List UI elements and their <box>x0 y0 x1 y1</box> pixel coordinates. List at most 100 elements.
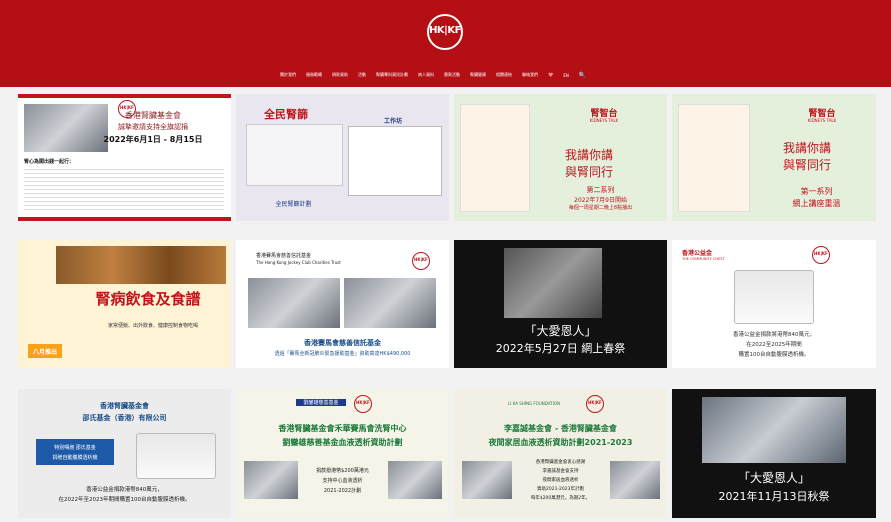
photo-right <box>344 278 436 328</box>
tile-line1: 香港腎臟基金會 <box>100 402 149 410</box>
tile-title1: 李嘉誠基金會 - 香港腎臟基金會 <box>504 424 617 433</box>
top-stripe <box>18 94 231 98</box>
tile-subtitle: 誠摯邀請支持全旗認捐 <box>118 123 188 131</box>
tile-title: 「大愛恩人」 <box>737 471 810 485</box>
tile-date: 2021年11月13日秋祭 <box>718 490 830 503</box>
logo-text: HK|KF <box>429 25 461 36</box>
tile-title: 全民腎篩 <box>264 108 308 121</box>
tile-diet-recipes[interactable]: 腎病飲食及食譜 家常便飯、出外飲食、健康控制食物吃喝 八月推出 <box>18 240 231 368</box>
nav-item-kidney-health[interactable]: 腎臟健康 <box>470 72 486 78</box>
tile-main1: 我講你講 <box>564 148 613 162</box>
tile-title2: 夜間家居血液透析資助計劃2021-2023 <box>488 438 633 447</box>
promo-poster <box>678 104 750 212</box>
nav-item-links[interactable]: 相關連結 <box>496 72 512 78</box>
tile-spring-ceremony[interactable]: 「大愛恩人」 2022年5月27日 網上春祭 <box>454 240 667 368</box>
tile-line4: 在2022年至2023年期間購置100台自動腹膜透析機。 <box>58 497 191 503</box>
nav-item-contact[interactable]: 聯絡我們 <box>522 72 538 78</box>
dialysis-machine <box>136 433 216 479</box>
tile-series: 第一系列 <box>800 187 833 196</box>
group-photo <box>702 397 846 463</box>
org-tag: 劉鑾雄慈善基金 <box>296 399 346 406</box>
hkkf-logo[interactable]: HK|KF <box>427 14 463 50</box>
tile-shaw-foundation[interactable]: 香港腎臟基金會 邵氏基金（香港）有限公司 特別鳴謝 邵氏基金 捐贈自動腹膜透析機… <box>18 389 231 518</box>
nav-item-donate[interactable]: 捐款資助 <box>332 72 348 78</box>
tile-autumn-ceremony[interactable]: 「大愛恩人」 2021年11月13日秋祭 <box>672 389 876 518</box>
tile-body-heading: 腎心為閣出錢一起行： <box>24 159 75 165</box>
tile-lau-foundation[interactable]: 劉鑾雄慈善基金 香港腎臟基金會禾華賽馬會洗腎中心 劉鑾雄慈善基金血液透析資助計劃… <box>236 389 449 518</box>
tile-main2: 與腎同行 <box>782 158 831 172</box>
tile-airdate: 2022年7月9日開始 <box>574 197 627 204</box>
tile-title: 香港腎臟基金會 <box>125 111 181 120</box>
search-icon[interactable]: 🔍 <box>579 72 586 79</box>
tile-title1: 香港腎臟基金會禾華賽馬會洗腎中心 <box>278 424 407 433</box>
tile-kidneys-talk-2[interactable]: 腎智台 KIDNEYS TALK 我講你講 與腎同行 第二系列 2022年7月9… <box>454 94 667 221</box>
workshop-panel <box>348 126 442 196</box>
tile-flag-day[interactable]: 香港腎臟基金會 誠摯邀請支持全旗認捐 2022年6月1日 - 8月15日 腎心為… <box>18 94 231 221</box>
dialysis-machine <box>734 270 814 324</box>
news-grid: 香港腎臟基金會 誠摯邀請支持全旗認捐 2022年6月1日 - 8月15日 腎心為… <box>14 92 876 522</box>
promo-poster <box>460 104 530 212</box>
tile-c2: 支持中心血液透析 <box>322 478 363 484</box>
brand-en: KIDNEYS TALK <box>589 118 619 123</box>
org-name: 香港賽馬會慈善信託基金 <box>256 253 312 259</box>
launch-badge: 八月推出 <box>32 349 57 356</box>
tile-c4: 資助2021-2023年計劃 <box>536 487 585 492</box>
tile-title: 腎病飲食及食譜 <box>95 290 201 308</box>
hkkf-badge <box>586 395 604 413</box>
tile-line2: 邵氏基金（香港）有限公司 <box>82 414 167 422</box>
thanks-box <box>36 439 114 465</box>
tile-series: 第二系列 <box>586 186 615 194</box>
box-line1: 特別鳴謝 邵氏基金 <box>54 445 96 451</box>
nav-item-renal-program[interactable]: 腎臟專科資訊計劃 <box>376 72 408 78</box>
tile-main1: 我講你講 <box>782 141 831 155</box>
tile-c3: 夜間家居血液透析 <box>542 478 579 483</box>
body-text-block <box>24 166 224 210</box>
tile-line2: 在2022至2025年期間 <box>746 342 802 348</box>
info-panel <box>246 124 343 186</box>
tile-c3: 2021-2022計劃 <box>323 488 362 494</box>
tile-date: 2022年6月1日 - 8月15日 <box>103 135 203 144</box>
tile-li-ka-shing[interactable]: LI KA SHING FOUNDATION 李嘉誠基金會 - 香港腎臟基金會 … <box>454 389 667 518</box>
tile-c1: 香港腎臟基金會衷心感謝 <box>535 460 586 465</box>
language-toggle[interactable]: EN <box>563 73 569 78</box>
nav-item-about[interactable]: 關於我們 <box>280 72 296 78</box>
tile-airtime: 每個一周星期二晚上8點播出 <box>568 205 633 211</box>
food-photos <box>56 246 226 284</box>
tile-jockey-club[interactable]: 香港賽馬會慈善信託基金 The Hong Kong Jockey Club Ch… <box>236 240 449 368</box>
tile-c2: 李嘉誠基金會支持 <box>542 469 579 474</box>
hkkf-badge <box>354 395 372 413</box>
nav-item-events[interactable]: 活動 <box>358 72 366 78</box>
heart-icon[interactable]: ♥ <box>548 72 553 79</box>
box-line2: 捐贈自動腹膜透析機 <box>52 455 98 461</box>
tile-c1: 捐款撥港幣$200萬港元 <box>316 468 369 474</box>
nav-item-patient-info[interactable]: 病人資料 <box>418 72 434 78</box>
tile-subline: 家常便飯、出外飲食、健康控制食物吃喝 <box>107 323 198 329</box>
tile-line1: 香港公益金捐款將港幣840萬元， <box>733 332 815 338</box>
tile-main2: 與腎同行 <box>564 165 613 179</box>
main-nav: 關於我們 服務範疇 捐款資助 活動 腎臟專科資訊計劃 病人資料 籌款活動 腎臟健… <box>280 70 680 80</box>
tile-line3: 香港公益金捐款港幣840萬元， <box>86 487 163 493</box>
nav-item-services[interactable]: 服務範疇 <box>306 72 322 78</box>
tile-note: 網上講座重溫 <box>792 199 841 208</box>
tile-title: 「大愛恩人」 <box>524 324 597 338</box>
tile-title2: 劉鑾雄慈善基金血液透析資助計劃 <box>282 438 403 447</box>
tile-sub: 透過「賽馬全新冠肺炎緊急援助基金」資助高達HK$490,000 <box>274 351 411 357</box>
tile-program: 全民腎篩計劃 <box>275 201 312 208</box>
org-name: 香港公益金 <box>682 250 713 257</box>
memorial-photo <box>504 248 602 318</box>
site-header: HK|KF 關於我們 服務範疇 捐款資助 活動 腎臟專科資訊計劃 病人資料 籌款… <box>0 0 891 87</box>
nav-item-fundraising[interactable]: 籌款活動 <box>444 72 460 78</box>
org-name: LI KA SHING FOUNDATION <box>508 401 560 406</box>
bottom-stripe <box>18 217 231 221</box>
tile-date: 2022年5月27日 網上春祭 <box>495 342 626 355</box>
tile-line3: 購置100台自動腹膜透析機。 <box>738 352 810 358</box>
hkkf-badge <box>412 252 430 270</box>
tile-caption: 香港賽馬會慈善信託基金 <box>304 339 381 347</box>
org-name-en: THE COMMUNITY CHEST <box>682 257 725 261</box>
tile-community-chest[interactable]: 香港公益金 THE COMMUNITY CHEST 香港公益金捐款將港幣840萬… <box>672 240 876 368</box>
photo-left <box>248 278 340 328</box>
tile-kidney-screening[interactable]: 全民腎篩 工作坊 全民腎篩計劃 <box>236 94 449 221</box>
tile-panel-label: 工作坊 <box>383 118 402 125</box>
org-name-en: The Hong Kong Jockey Club Charities Trus… <box>256 260 341 265</box>
tile-kidneys-talk-1[interactable]: 腎智台 KIDNEYS TALK 我講你講 與腎同行 第一系列 網上講座重溫 <box>672 94 876 221</box>
